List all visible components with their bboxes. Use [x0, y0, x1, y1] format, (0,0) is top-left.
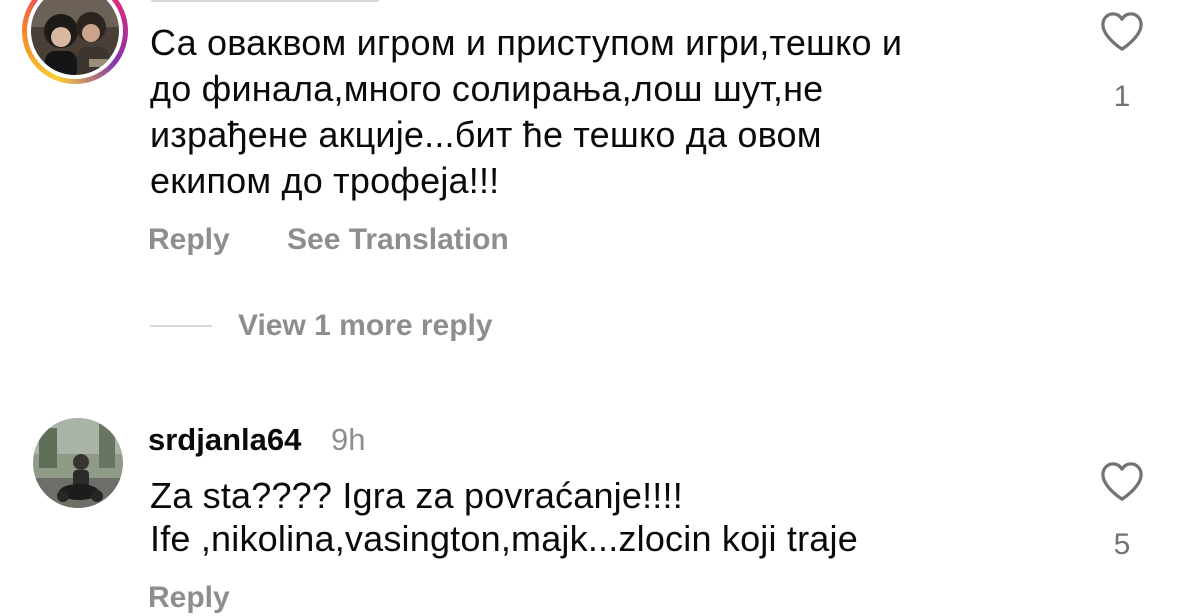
- heart-outline-icon[interactable]: [1099, 10, 1145, 52]
- avatar-photo: [33, 418, 123, 508]
- avatar[interactable]: [33, 418, 123, 508]
- reply-button[interactable]: Reply: [148, 580, 230, 616]
- comment-text-line: Са оваквом игром и приступом игри,тешко …: [150, 22, 903, 63]
- avatar: [31, 0, 119, 75]
- like-count: 1: [1113, 80, 1131, 113]
- heart-outline-icon[interactable]: [1099, 460, 1145, 502]
- reply-button[interactable]: Reply: [148, 222, 230, 258]
- comment-text-line: до финала,много солирања,лош шут,не: [150, 68, 824, 109]
- comment-text-line: Ife ,nikolina,vasington,majk...zlocin ko…: [150, 518, 858, 559]
- comment-text-line: екипом до трофеја!!!: [150, 160, 500, 201]
- username-cropped: [150, 0, 380, 2]
- replies-divider: [150, 325, 212, 327]
- comment-text-line: Za sta???? Igra za povraćanje!!!!: [150, 475, 683, 516]
- view-more-replies-button[interactable]: View 1 more reply: [238, 308, 493, 344]
- see-translation-button[interactable]: See Translation: [287, 222, 509, 258]
- story-ring-avatar[interactable]: [22, 0, 128, 84]
- avatar-ring-gap: [27, 0, 123, 79]
- comment-text-line: израђене акције...бит ће тешко да овом: [150, 114, 822, 155]
- like-count: 5: [1113, 528, 1131, 561]
- comment-timestamp: 9h: [331, 422, 366, 457]
- avatar-photo: [31, 0, 119, 75]
- comment-username[interactable]: srdjanla64: [148, 422, 301, 458]
